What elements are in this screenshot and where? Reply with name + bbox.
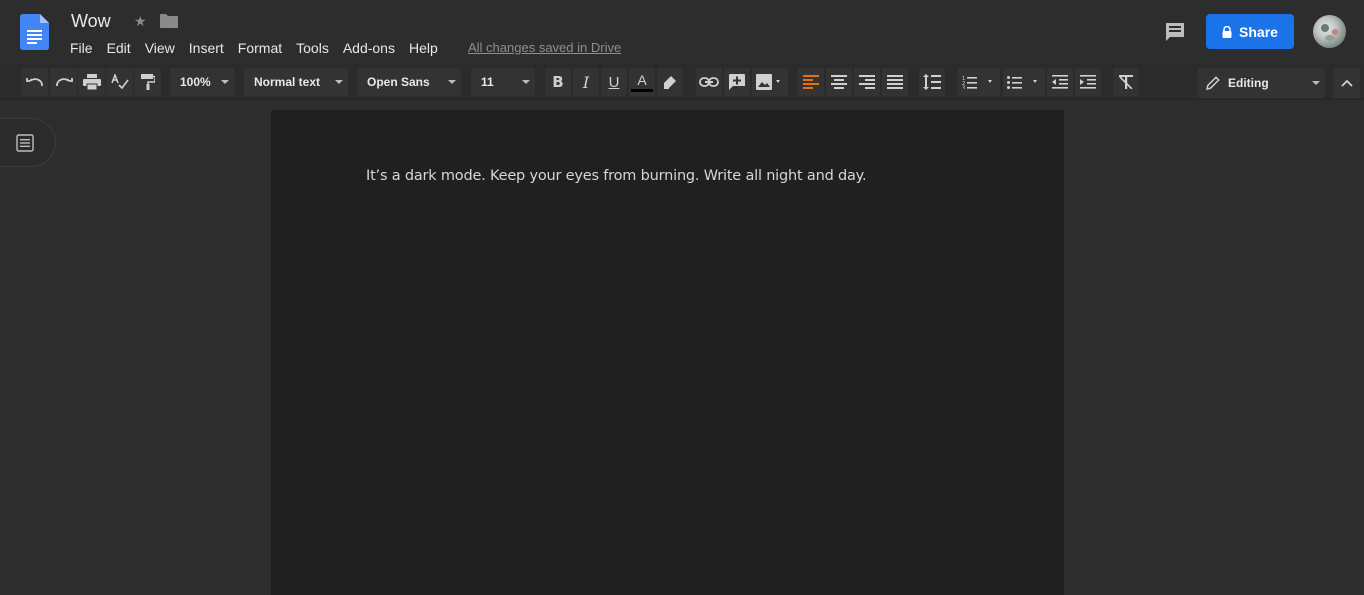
undo-button[interactable] (21, 68, 48, 96)
underline-icon: U (608, 73, 620, 91)
chevron-down-icon (221, 80, 229, 84)
align-justify-button[interactable] (882, 68, 908, 96)
increase-indent-icon (1080, 75, 1096, 89)
decrease-indent-icon (1052, 75, 1068, 89)
editing-mode-label: Editing (1228, 76, 1269, 90)
star-icon[interactable]: ★ (134, 13, 147, 30)
underline-button[interactable]: U (601, 68, 627, 96)
line-spacing-icon (923, 74, 941, 90)
menu-help[interactable]: Help (402, 39, 445, 57)
document-page[interactable]: It’s a dark mode. Keep your eyes from bu… (271, 110, 1064, 595)
style-select[interactable]: Normal text (244, 68, 348, 96)
paint-format-button[interactable] (134, 68, 161, 96)
editing-mode-select[interactable]: Editing (1198, 68, 1325, 98)
font-size-value: 11 (481, 75, 494, 89)
chevron-down-icon (448, 80, 456, 84)
chevron-down-icon (522, 80, 530, 84)
font-value: Open Sans (367, 75, 430, 89)
align-left-button[interactable] (798, 68, 824, 96)
insert-image-button[interactable] (752, 68, 788, 96)
document-outline-button[interactable] (0, 118, 56, 167)
svg-text:3: 3 (962, 86, 965, 90)
menu-tools[interactable]: Tools (289, 39, 336, 57)
bold-icon: B (552, 73, 564, 91)
clear-formatting-icon (1119, 75, 1133, 89)
insert-comment-button[interactable] (724, 68, 750, 96)
align-right-button[interactable] (854, 68, 880, 96)
save-status-link[interactable]: All changes saved in Drive (468, 40, 621, 56)
outline-icon (15, 133, 34, 152)
chevron-down-icon (335, 80, 343, 84)
align-left-icon (803, 75, 819, 89)
menu-bar: File Edit View Insert Format Tools Add-o… (63, 39, 445, 57)
align-right-icon (859, 75, 875, 89)
redo-button[interactable] (50, 68, 77, 96)
lock-icon (1222, 25, 1232, 38)
text-color-icon: A (637, 71, 647, 88)
style-value: Normal text (254, 75, 321, 89)
menu-add-ons[interactable]: Add-ons (336, 39, 402, 57)
link-icon (699, 77, 719, 87)
account-avatar[interactable] (1313, 15, 1346, 48)
menu-file[interactable]: File (63, 39, 100, 57)
text-color-swatch (631, 88, 653, 92)
zoom-value: 100% (180, 75, 211, 89)
numbered-list-icon: 123 (962, 76, 992, 90)
menu-view[interactable]: View (138, 39, 182, 57)
add-comment-icon (729, 74, 745, 90)
menu-format[interactable]: Format (231, 39, 289, 57)
spellcheck-icon (110, 74, 129, 90)
line-spacing-button[interactable] (919, 68, 945, 96)
align-justify-icon (887, 75, 903, 89)
folder-icon[interactable] (160, 14, 178, 28)
paint-format-icon (140, 74, 155, 90)
menu-edit[interactable]: Edit (100, 39, 138, 57)
chevron-down-icon (1312, 81, 1320, 85)
print-icon (82, 74, 101, 90)
formatting-toolbar: 100% Normal text Open Sans 11 B I U A 1 … (0, 64, 1364, 100)
insert-link-button[interactable] (696, 68, 722, 96)
collapse-toolbar-button[interactable] (1333, 68, 1360, 98)
share-button[interactable]: Share (1206, 14, 1294, 49)
zoom-select[interactable]: 100% (170, 68, 234, 96)
font-select[interactable]: Open Sans (357, 68, 461, 96)
redo-icon (55, 78, 73, 87)
decrease-indent-button[interactable] (1047, 68, 1073, 96)
menu-insert[interactable]: Insert (182, 39, 231, 57)
share-label: Share (1239, 23, 1278, 40)
text-color-button[interactable]: A (629, 68, 655, 96)
document-body-text[interactable]: It’s a dark mode. Keep your eyes from bu… (366, 168, 867, 184)
bulleted-list-button[interactable] (1003, 68, 1045, 96)
chevron-up-icon (1340, 79, 1353, 87)
numbered-list-button[interactable]: 123 (958, 68, 1000, 96)
bulleted-list-icon (1007, 76, 1037, 89)
spellcheck-button[interactable] (106, 68, 133, 96)
highlighter-icon (664, 76, 676, 89)
print-button[interactable] (78, 68, 105, 96)
italic-icon: I (582, 72, 590, 92)
increase-indent-button[interactable] (1075, 68, 1101, 96)
comments-icon[interactable] (1164, 21, 1186, 43)
app-header: Wow ★ File Edit View Insert Format Tools… (0, 0, 1364, 64)
italic-button[interactable]: I (573, 68, 599, 96)
image-icon (756, 74, 780, 90)
docs-logo-icon[interactable] (20, 14, 49, 50)
bold-button[interactable]: B (545, 68, 571, 96)
undo-icon (25, 78, 43, 87)
document-title[interactable]: Wow (71, 11, 111, 32)
align-center-icon (831, 75, 847, 89)
font-size-select[interactable]: 11 (471, 68, 535, 96)
clear-formatting-button[interactable] (1113, 68, 1139, 96)
pencil-icon (1206, 76, 1220, 90)
align-center-button[interactable] (826, 68, 852, 96)
highlight-button[interactable] (657, 68, 683, 96)
